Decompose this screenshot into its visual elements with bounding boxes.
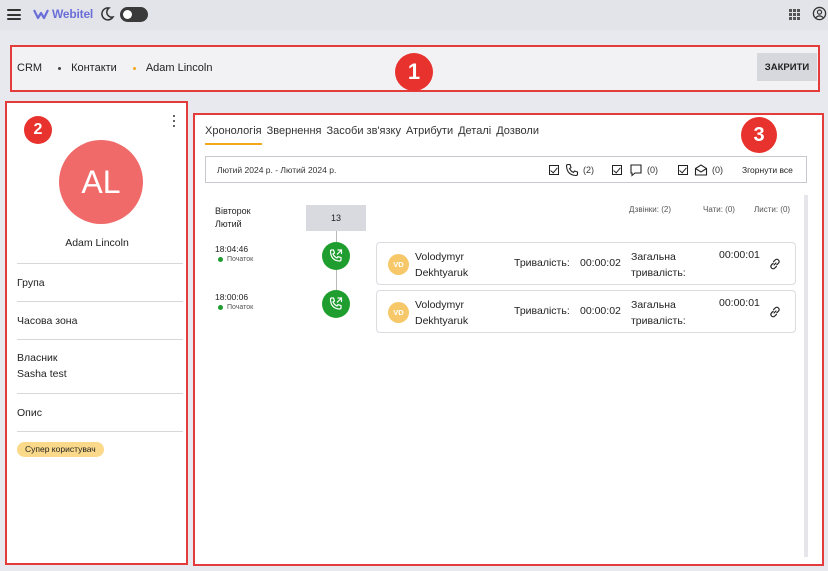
webitel-logo-icon xyxy=(33,9,49,20)
annotation-frame-3 xyxy=(193,113,824,566)
annotation-badge-3: 3 xyxy=(741,117,777,153)
app-logo[interactable]: Webitel xyxy=(33,7,93,21)
app-name: Webitel xyxy=(52,7,94,21)
annotation-badge-1: 1 xyxy=(395,53,433,91)
apps-grid-icon[interactable] xyxy=(789,9,800,20)
moon-icon[interactable] xyxy=(99,6,115,22)
top-bar: Webitel xyxy=(0,0,828,30)
annotation-badge-2: 2 xyxy=(24,116,52,144)
account-icon[interactable] xyxy=(812,6,827,21)
theme-toggle[interactable] xyxy=(120,7,148,22)
annotation-frame-2 xyxy=(5,101,188,565)
menu-icon[interactable] xyxy=(7,9,21,20)
